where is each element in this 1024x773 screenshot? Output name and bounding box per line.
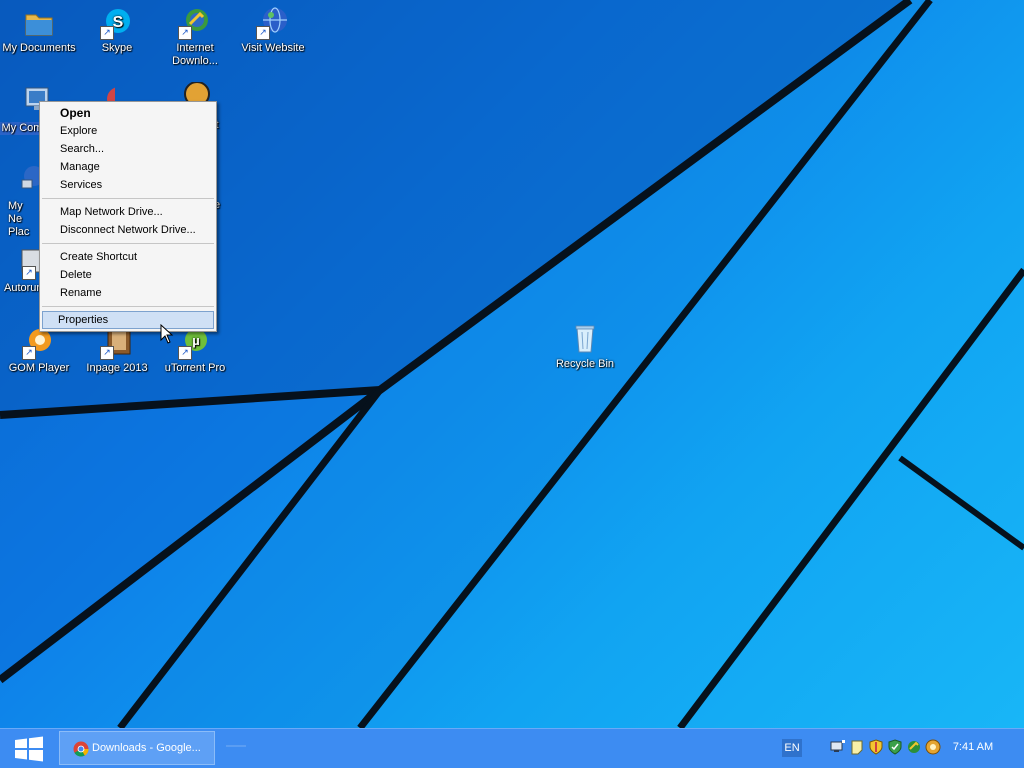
windows-logo-icon <box>15 736 43 762</box>
desktop-icon-label: Inpage 2013 <box>86 362 148 374</box>
menu-item-rename[interactable]: Rename <box>42 284 214 302</box>
taskbar: Downloads - Google... EN 7:41 AM <box>0 728 1024 768</box>
shield-icon[interactable] <box>868 739 884 755</box>
shortcut-arrow-icon: ↗ <box>178 26 192 40</box>
svg-text:µ: µ <box>192 333 200 348</box>
menu-item-disconnect-network-drive[interactable]: Disconnect Network Drive... <box>42 221 214 239</box>
internet-download-tray-icon[interactable] <box>906 739 922 755</box>
menu-item-map-network-drive[interactable]: Map Network Drive... <box>42 203 214 221</box>
menu-item-services[interactable]: Services <box>42 176 214 194</box>
desktop-icon-label: My Documents <box>2 42 76 54</box>
desktop-icon-label: My Com <box>0 122 45 135</box>
desktop-icon-visit-website[interactable]: ↗ Visit Website <box>234 6 312 55</box>
desktop-icon-internet-download[interactable]: ↗ Internet Downlo... <box>156 6 234 68</box>
start-button[interactable] <box>0 729 58 768</box>
skype-icon: S ↗ <box>100 6 134 40</box>
desktop-icon-label: Skype <box>101 42 133 54</box>
menu-separator <box>42 243 214 244</box>
shortcut-arrow-icon: ↗ <box>178 346 192 360</box>
language-indicator[interactable]: EN <box>782 739 802 757</box>
recycle-bin-icon <box>568 322 602 356</box>
desktop-icon-label: uTorrent Pro <box>164 362 226 374</box>
internet-download-manager-icon: ↗ <box>178 6 212 40</box>
folder-icon <box>22 6 56 40</box>
shortcut-arrow-icon: ↗ <box>100 26 114 40</box>
desktop-icon-gom-player[interactable]: ↗ GOM Player <box>0 326 78 375</box>
gom-tray-icon[interactable] <box>925 739 941 755</box>
desktop-icon-label: Recycle Bin <box>555 358 615 370</box>
menu-item-explore[interactable]: Explore <box>42 122 214 140</box>
desktop-icon-label: My Ne Plac <box>8 200 30 238</box>
shortcut-arrow-icon: ↗ <box>22 266 36 280</box>
desktop-icon-label: GOM Player <box>8 362 70 374</box>
chrome-icon <box>73 741 89 757</box>
taskbar-placeholder <box>226 745 246 747</box>
globe-icon: ↗ <box>256 6 290 40</box>
desktop-icon-inpage[interactable]: ↗ Inpage 2013 <box>78 326 156 375</box>
menu-separator <box>42 306 214 307</box>
desktop-icon-my-documents[interactable]: My Documents <box>0 6 78 55</box>
menu-separator <box>42 198 214 199</box>
menu-item-search[interactable]: Search... <box>42 140 214 158</box>
taskbar-button-chrome[interactable]: Downloads - Google... <box>59 731 215 765</box>
notes-icon[interactable] <box>849 739 865 755</box>
desktop-icon-autorun[interactable]: ↗ Autorun <box>0 246 44 295</box>
menu-item-open[interactable]: Open <box>42 104 214 122</box>
desktop-icon-my-network[interactable]: My Ne Plac <box>0 164 44 239</box>
antivirus-icon[interactable] <box>887 739 903 755</box>
menu-item-manage[interactable]: Manage <box>42 158 214 176</box>
desktop[interactable]: My Documents S ↗ Skype ↗ Internet Downlo… <box>0 0 1024 728</box>
network-icon[interactable] <box>830 739 846 755</box>
menu-item-delete[interactable]: Delete <box>42 266 214 284</box>
desktop-icon-skype[interactable]: S ↗ Skype <box>78 6 156 55</box>
desktop-icon-label: Autorun <box>4 282 43 294</box>
shortcut-arrow-icon: ↗ <box>100 346 114 360</box>
mouse-cursor-icon <box>160 324 174 344</box>
taskbar-button-label: Downloads - Google... <box>92 742 201 754</box>
desktop-icon-recycle-bin[interactable]: Recycle Bin <box>546 322 624 371</box>
menu-item-create-shortcut[interactable]: Create Shortcut <box>42 248 214 266</box>
svg-text:S: S <box>113 14 124 31</box>
menu-item-properties[interactable]: Properties <box>42 311 214 329</box>
shortcut-arrow-icon: ↗ <box>256 26 270 40</box>
desktop-icon-label: Internet Downlo... <box>172 42 218 67</box>
context-menu: Open Explore Search... Manage Services Map Ne… <box>39 101 217 332</box>
desktop-icon-label: Visit Website <box>241 42 305 54</box>
clock[interactable]: 7:41 AM <box>946 741 1000 753</box>
shortcut-arrow-icon: ↗ <box>22 346 36 360</box>
desktop-icon-partial-label-3: e <box>214 199 221 211</box>
